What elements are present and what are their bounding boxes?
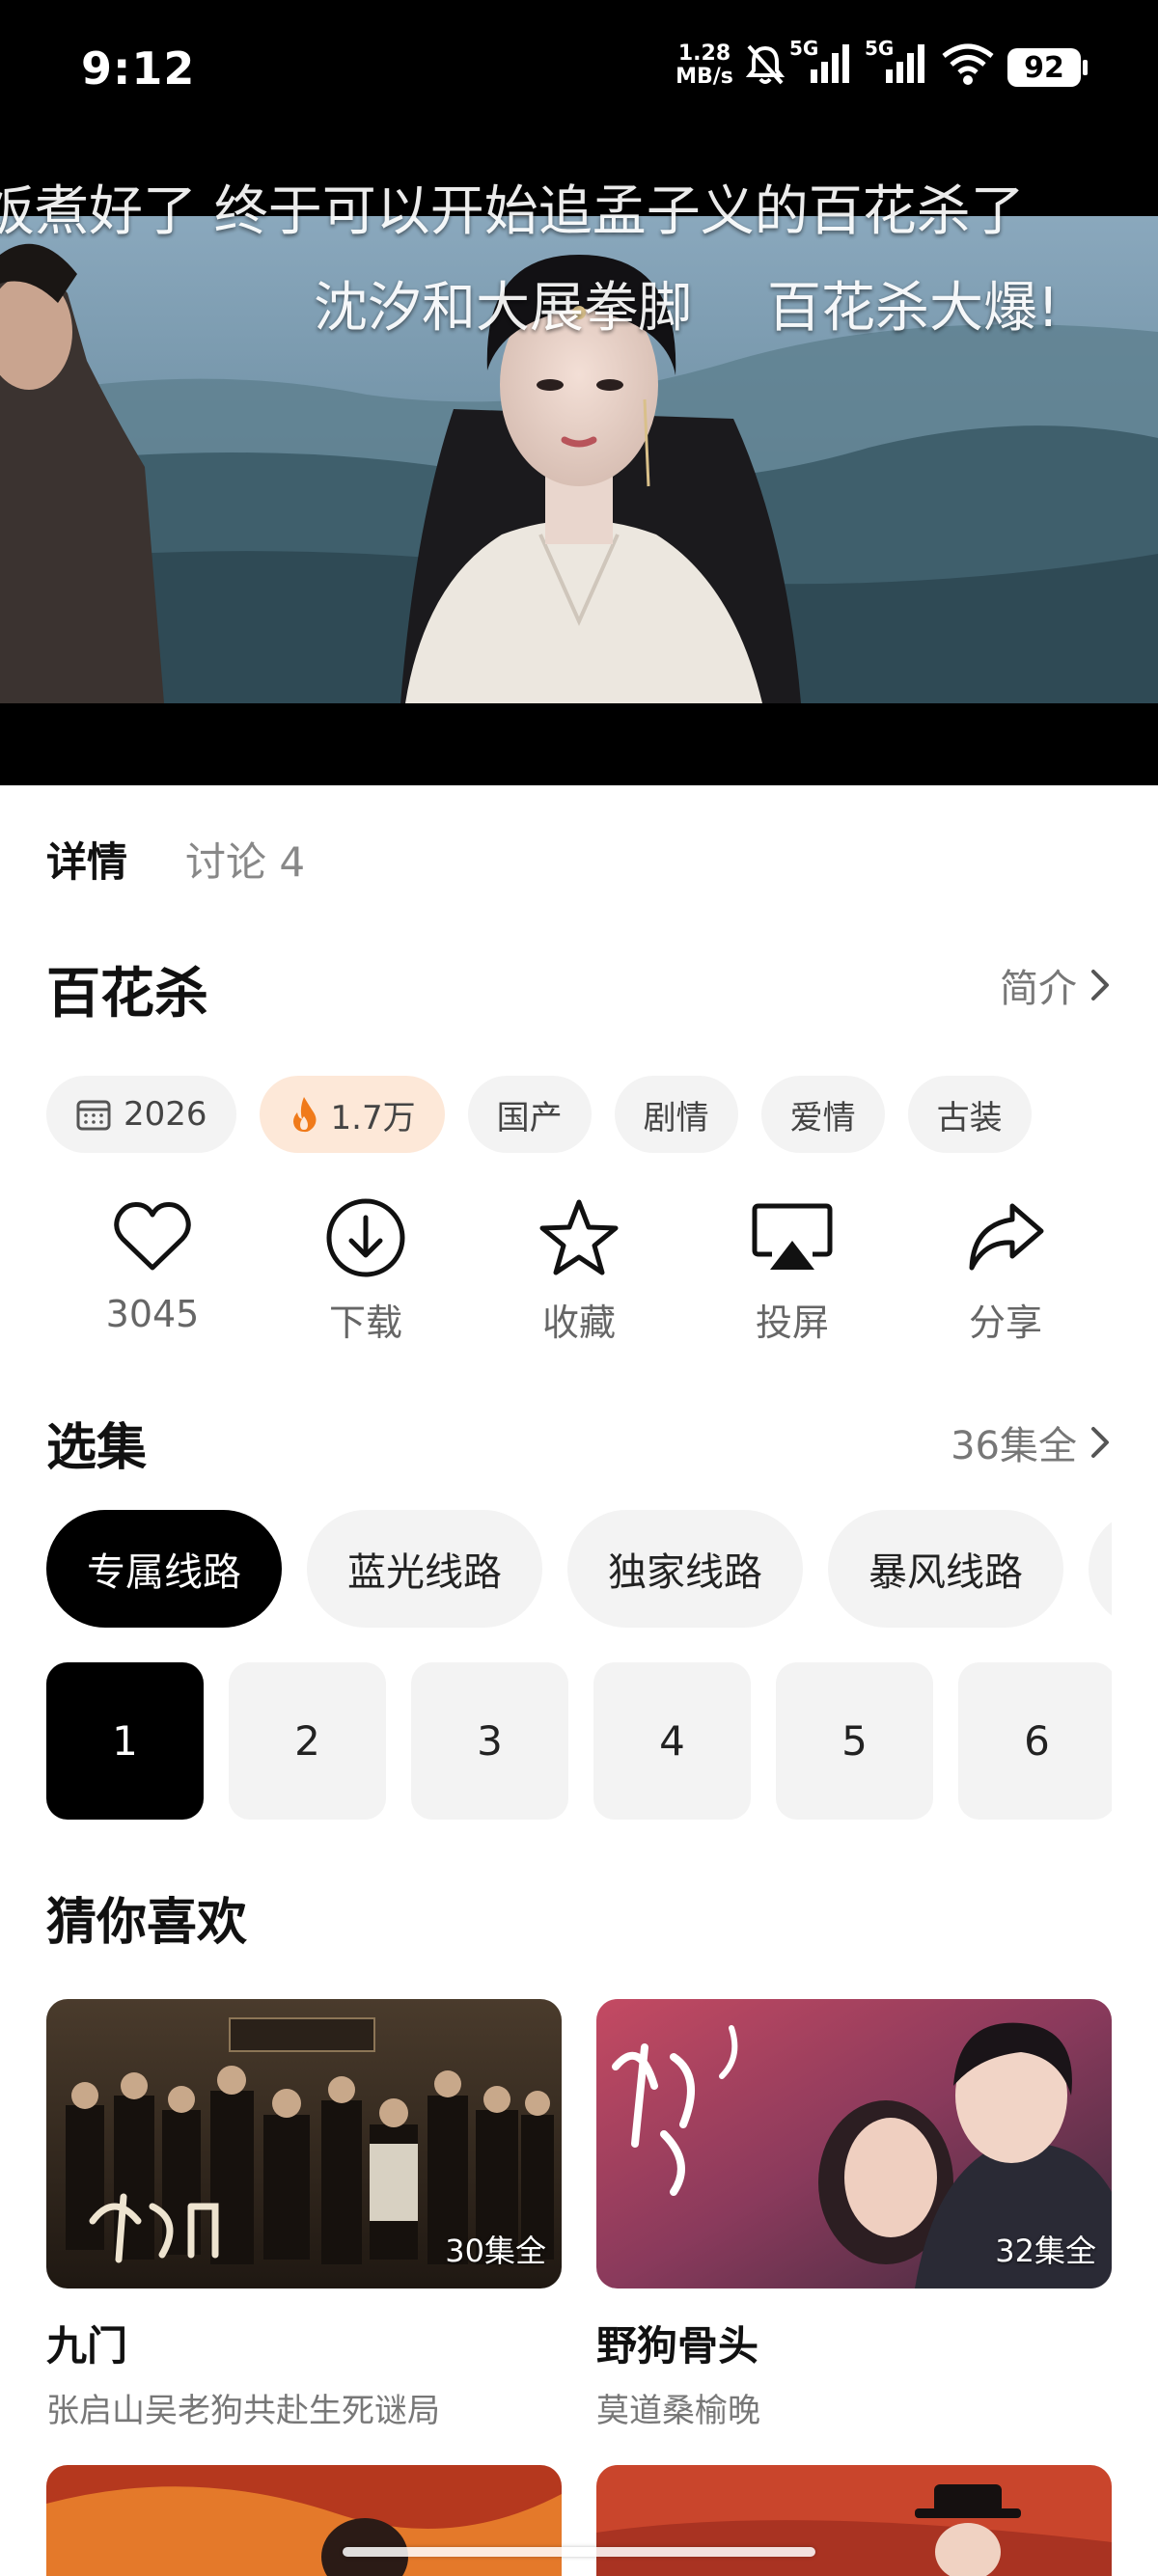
- battery-indicator: 92: [1007, 48, 1081, 87]
- share-button[interactable]: 分享: [899, 1196, 1112, 1346]
- tag-chip[interactable]: 剧情: [614, 1076, 738, 1153]
- episode-button[interactable]: 2: [229, 1662, 386, 1820]
- recommend-name: 九门: [46, 2322, 128, 2370]
- chevron-right-icon: [1091, 970, 1109, 1000]
- route-option[interactable]: [1089, 1510, 1112, 1628]
- danmaku-comment: 饭煮好了 终于可以开始追孟子义的百花杀了: [0, 180, 1025, 243]
- route-option[interactable]: 独家线路: [567, 1510, 803, 1628]
- intro-link[interactable]: 简介: [1000, 957, 1112, 1013]
- episode-count-badge: 32集全: [995, 2233, 1096, 2269]
- route-option[interactable]: 暴风线路: [828, 1510, 1063, 1628]
- tag-chip[interactable]: 古装: [907, 1076, 1032, 1153]
- signal-1-icon: [811, 44, 849, 83]
- recommend-desc: 张启山吴老狗共赴生死谜局: [46, 2392, 440, 2430]
- cast-icon: [752, 1203, 833, 1270]
- flame-icon: [292, 1097, 317, 1133]
- recommend-card[interactable]: 30集全 九门 张启山吴老狗共赴生死谜局: [46, 1999, 562, 2431]
- calendar-icon: [76, 1100, 111, 1131]
- cast-label: 投屏: [755, 1302, 829, 1344]
- year-chip-label: 2026: [124, 1095, 207, 1134]
- recommend-desc: 莫道桑榆晚: [596, 2392, 760, 2430]
- share-label: 分享: [968, 1302, 1042, 1344]
- poster-image: 32集全: [596, 1999, 1112, 2288]
- route-option[interactable]: 蓝光线路: [307, 1510, 542, 1628]
- download-button[interactable]: 下载: [260, 1196, 472, 1346]
- status-time: 9:12: [81, 42, 196, 95]
- poster-art: [46, 2465, 562, 2576]
- favorite-button[interactable]: 收藏: [473, 1196, 685, 1346]
- heat-chip-label: 1.7万: [330, 1098, 416, 1137]
- recommend-title: 猜你喜欢: [46, 1894, 248, 1952]
- action-row: 3045 下载 收藏 投屏 分享: [46, 1196, 1112, 1346]
- recommend-card-partial[interactable]: [596, 2465, 1112, 2576]
- like-count: 3045: [105, 1293, 200, 1335]
- recommend-name: 野狗骨头: [596, 2322, 759, 2370]
- tag-chips: 2026 1.7万 国产 剧情 爱情 古装: [46, 1076, 1032, 1153]
- episode-grid: 1 2 3 4 5 6: [46, 1662, 1112, 1820]
- poster-art: [596, 2465, 1112, 2576]
- cast-button[interactable]: 投屏: [686, 1196, 898, 1346]
- tab-details[interactable]: 详情: [46, 830, 127, 889]
- danmaku-comment: 百花杀大爆!: [767, 277, 1060, 340]
- share-icon: [969, 1203, 1044, 1271]
- episode-button[interactable]: 3: [411, 1662, 568, 1820]
- poster-image: 30集全: [46, 1999, 562, 2288]
- net-speed-unit: MB/s: [676, 65, 733, 89]
- episodes-title: 选集: [46, 1419, 148, 1477]
- home-indicator[interactable]: [343, 2547, 815, 2557]
- episode-count-badge: 30集全: [445, 2233, 546, 2269]
- year-chip[interactable]: 2026: [46, 1076, 236, 1153]
- episode-button[interactable]: 4: [593, 1662, 751, 1820]
- danmaku-comment: 沈汐和大展拳脚: [314, 277, 692, 340]
- episode-button[interactable]: 6: [958, 1662, 1112, 1820]
- heart-icon: [114, 1202, 191, 1271]
- all-episodes-link[interactable]: 36集全: [951, 1414, 1112, 1470]
- detail-tabs: 详情 讨论 4: [46, 830, 305, 889]
- tab-discussion[interactable]: 讨论 4: [185, 830, 305, 889]
- battery-tip: [1083, 60, 1088, 75]
- battery-level: 92: [1024, 50, 1064, 85]
- route-selector: 专属线路 蓝光线路 独家线路 暴风线路: [46, 1510, 1112, 1628]
- download-icon: [326, 1198, 405, 1277]
- episode-button[interactable]: 5: [776, 1662, 933, 1820]
- like-button[interactable]: 3045: [46, 1196, 259, 1346]
- episodes-total: 36集全: [951, 1424, 1077, 1468]
- status-bar: 9:12 1.28 MB/s 5G 5G 92: [0, 0, 1158, 139]
- favorite-label: 收藏: [541, 1302, 616, 1344]
- wifi-icon: [942, 43, 994, 85]
- tag-chip[interactable]: 国产: [467, 1076, 592, 1153]
- show-title: 百花杀: [46, 963, 208, 1026]
- recommend-card[interactable]: 32集全 野狗骨头 莫道桑榆晚: [596, 1999, 1112, 2431]
- download-label: 下载: [328, 1302, 402, 1344]
- intro-link-label: 简介: [1000, 967, 1077, 1011]
- signal-2-icon: [886, 44, 924, 83]
- video-player[interactable]: 饭煮好了 终于可以开始追孟子义的百花杀了 沈汐和大展拳脚 百花杀大爆!: [0, 139, 1158, 785]
- episode-button[interactable]: 1: [46, 1662, 204, 1820]
- recommend-card-partial[interactable]: [46, 2465, 562, 2576]
- net-speed: 1.28 MB/s: [676, 42, 733, 89]
- tag-chip[interactable]: 爱情: [760, 1076, 885, 1153]
- mute-bell-icon: [745, 44, 786, 85]
- star-icon: [539, 1199, 619, 1275]
- chevron-right-icon: [1091, 1427, 1109, 1458]
- heat-chip[interactable]: 1.7万: [259, 1076, 445, 1153]
- route-option[interactable]: 专属线路: [46, 1510, 282, 1628]
- net-speed-value: 1.28: [677, 41, 731, 66]
